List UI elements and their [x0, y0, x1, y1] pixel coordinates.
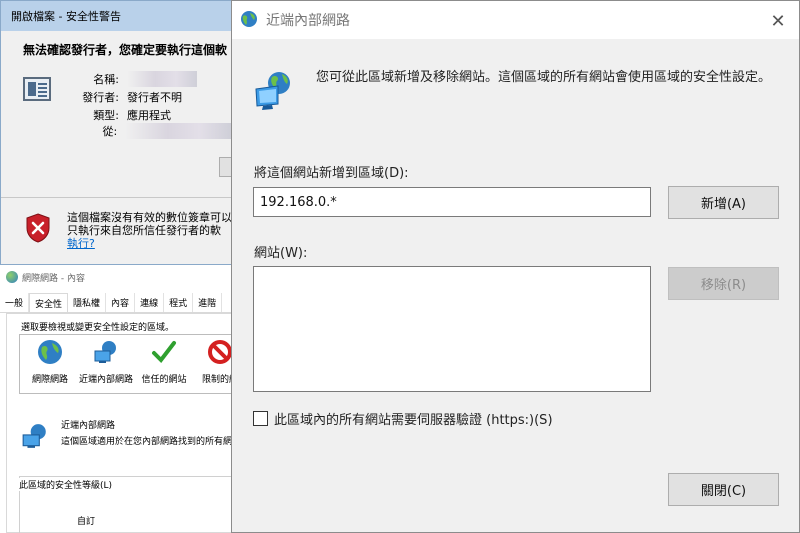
close-icon[interactable]: ✕	[762, 7, 794, 35]
security-tab-panel: 選取要檢視或變更安全性設定的區域。 網際網路 近端內部網路 信任的網站 限制的網…	[6, 313, 236, 533]
restricted-icon	[208, 340, 232, 364]
tab-connections[interactable]: 連線	[135, 293, 165, 312]
zone-restricted-sites[interactable]: 限制的網	[192, 339, 236, 385]
internet-properties-window: 網際網路 - 內容 一般 安全性 隱私權 內容 連線 程式 進階 選取要檢視或變…	[0, 265, 236, 533]
intranet-icon	[94, 341, 116, 363]
tab-general[interactable]: 一般	[0, 293, 30, 312]
internet-properties-titlebar: 網際網路 - 內容	[0, 265, 236, 289]
checkmark-icon	[152, 341, 176, 364]
add-site-input[interactable]	[253, 187, 651, 217]
shield-warning-icon	[26, 213, 50, 243]
zone-select-prompt: 選取要檢視或變更安全性設定的區域。	[21, 323, 175, 333]
field-from-redacted	[125, 123, 231, 139]
field-from-label: 從:	[102, 125, 118, 138]
security-warning-text: 這個檔案沒有有效的數位簽章可以 只執行來自您所信任發行者的軟	[67, 211, 232, 237]
field-publisher-value: 發行者不明	[127, 91, 182, 104]
field-name-row: 名稱:	[71, 71, 231, 89]
sites-listbox[interactable]	[253, 266, 651, 392]
zone-list: 網際網路 近端內部網路 信任的網站 限制的網	[19, 334, 236, 394]
zone-restricted-sites-label: 限制的網	[201, 375, 236, 385]
zone-internet-label: 網際網路	[31, 375, 68, 385]
remove-button[interactable]: 移除(R)	[668, 267, 779, 300]
https-requirement-row[interactable]: 此區域內的所有網站需要伺服器驗證 (https:)(S)	[253, 409, 553, 428]
security-level-value: 自訂	[77, 517, 96, 527]
application-file-icon	[23, 77, 51, 101]
field-publisher-label: 發行者:	[82, 91, 119, 104]
close-button[interactable]: 關閉(C)	[668, 473, 779, 506]
warning-line-1: 這個檔案沒有有效的數位簽章可以	[67, 211, 232, 224]
intranet-icon	[22, 424, 46, 448]
selected-zone-title: 近端內部網路	[61, 421, 116, 431]
zone-internet[interactable]: 網際網路	[22, 339, 78, 385]
zone-trusted-sites-label: 信任的網站	[141, 375, 187, 385]
dialog-titlebar: 近端內部網路 ✕	[232, 1, 799, 39]
tab-security[interactable]: 安全性	[29, 293, 69, 312]
zone-local-intranet[interactable]: 近端內部網路	[78, 339, 134, 385]
tab-programs[interactable]: 程式	[164, 293, 194, 312]
sites-list-label: 網站(W):	[254, 246, 308, 261]
intranet-icon	[255, 72, 290, 110]
local-intranet-dialog: 近端內部網路 ✕ 您可從此區域新增及移除網站。這個區域的所有網站會使用區域的安全…	[231, 0, 800, 533]
zone-trusted-sites[interactable]: 信任的網站	[136, 339, 192, 385]
field-publisher-row: 發行者: 發行者不明	[71, 89, 231, 107]
https-checkbox-label: 此區域內的所有網站需要伺服器驗證 (https:)(S)	[274, 413, 553, 428]
security-warning-question: 無法確認發行者，您確定要執行這個軟	[23, 43, 228, 57]
selected-zone-description: 這個區域適用於在您內部網路找到的所有網	[61, 437, 233, 447]
globe-icon	[241, 11, 257, 27]
divider	[1, 197, 235, 198]
field-name-label: 名稱:	[93, 73, 119, 86]
zone-local-intranet-label: 近端內部網路	[78, 375, 133, 385]
dialog-title: 近端內部網路	[266, 13, 350, 29]
security-warning-window: 開啟檔案 - 安全性警告 無法確認發行者，您確定要執行這個軟 名稱: 發行者: …	[0, 0, 236, 265]
field-from-row: 從:	[71, 123, 231, 141]
internet-properties-title: 網際網路 - 內容	[22, 273, 85, 284]
field-name-redacted	[127, 71, 197, 87]
tab-content[interactable]: 內容	[106, 293, 136, 312]
add-button[interactable]: 新增(A)	[668, 186, 779, 219]
tab-advanced[interactable]: 進階	[193, 293, 223, 312]
tab-privacy[interactable]: 隱私權	[68, 293, 107, 312]
globe-icon	[6, 271, 18, 283]
dialog-description: 您可從此區域新增及移除網站。這個區域的所有網站會使用區域的安全性設定。	[316, 70, 772, 85]
internet-properties-tabs: 一般 安全性 隱私權 內容 連線 程式 進階	[0, 293, 236, 313]
add-site-label: 將這個網站新增到區域(D):	[254, 166, 409, 181]
security-warning-link[interactable]: 執行?	[67, 235, 95, 251]
https-checkbox[interactable]	[253, 411, 268, 426]
security-level-label: 此區域的安全性等級(L)	[17, 478, 115, 491]
globe-icon	[38, 340, 62, 364]
security-warning-title: 開啟檔案 - 安全性警告	[1, 1, 235, 31]
